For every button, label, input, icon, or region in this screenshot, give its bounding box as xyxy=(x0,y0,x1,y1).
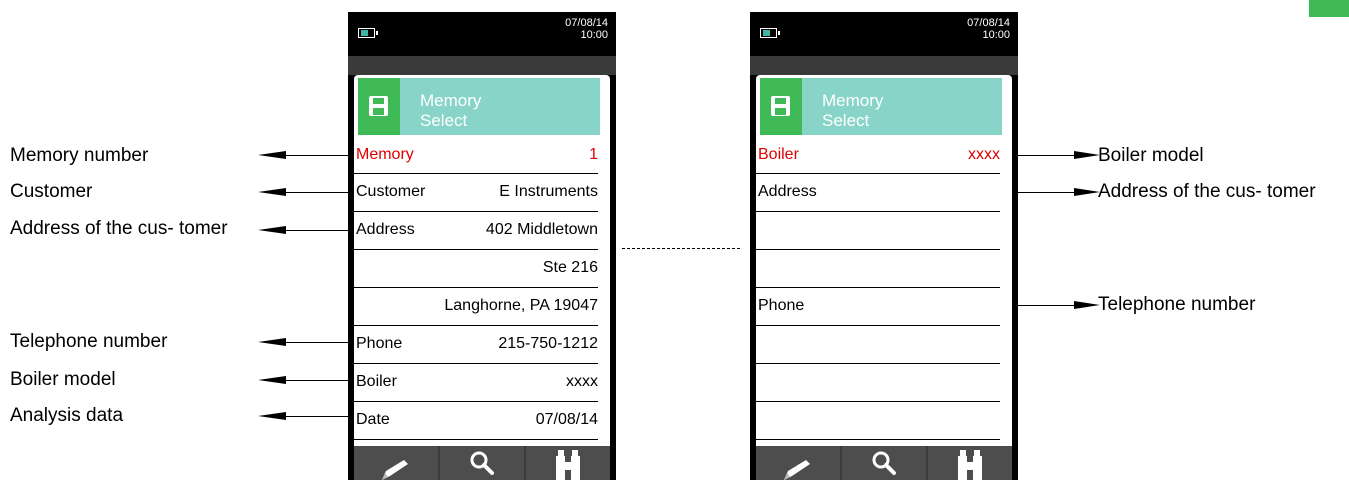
list-item[interactable]: Date 07/08/14 xyxy=(354,402,598,440)
page-title: Memory Select xyxy=(822,91,884,130)
list-item[interactable]: Ste 216 xyxy=(354,250,598,288)
search-icon xyxy=(470,451,494,475)
battery-icon xyxy=(358,28,378,38)
screen: Memory Select Memory 1 Customer E Instrume… xyxy=(354,75,610,460)
list-item[interactable]: Langhorne, PA 19047 xyxy=(354,288,598,326)
list-item[interactable]: Address 402 Middletown xyxy=(354,212,598,250)
battery-icon xyxy=(760,28,780,38)
bottom-toolbar xyxy=(354,446,610,480)
callout-telephone: Telephone number xyxy=(10,331,168,352)
callout-right-telephone: Telephone number xyxy=(1098,294,1256,315)
list-item[interactable]: Phone xyxy=(756,288,1000,326)
list-item[interactable]: Customer E Instruments xyxy=(354,174,598,212)
list-item[interactable]: Boiler xxxx xyxy=(756,137,1000,174)
edit-button[interactable] xyxy=(354,446,438,480)
screen: Memory Select Boiler xxxx Address Phone xyxy=(756,75,1012,460)
corner-tab xyxy=(1309,0,1349,17)
bottom-toolbar xyxy=(756,446,1012,480)
binoculars-button[interactable] xyxy=(526,446,610,480)
list-item[interactable]: Phone 215-750-1212 xyxy=(354,326,598,364)
list-item[interactable]: Boiler xxxx xyxy=(354,364,598,402)
callout-boiler: Boiler model xyxy=(10,369,116,390)
binoculars-icon xyxy=(556,450,580,480)
arrow-right-address xyxy=(1074,188,1100,196)
callout-right-address: Address of the cus- tomer xyxy=(1098,181,1316,202)
search-button[interactable] xyxy=(842,446,926,480)
pencil-icon xyxy=(784,460,810,480)
menu-header: Memory Select xyxy=(802,78,1002,135)
arrow-left-customer xyxy=(258,188,286,196)
arrow-right-boiler xyxy=(1074,151,1100,159)
list-item[interactable] xyxy=(756,402,1000,440)
callout-address: Address of the cus- tomer xyxy=(10,218,228,239)
callout-customer: Customer xyxy=(10,181,93,202)
callout-memory-number: Memory number xyxy=(10,145,149,166)
list-item[interactable] xyxy=(756,250,1000,288)
arrow-left-analysis xyxy=(258,412,286,420)
arrow-right-telephone xyxy=(1074,301,1100,309)
status-bar: 07/08/14 10:00 xyxy=(348,12,616,56)
status-datetime: 07/08/14 10:00 xyxy=(967,17,1010,41)
callout-right-boiler: Boiler model xyxy=(1098,145,1204,166)
list-item[interactable]: Address xyxy=(756,174,1000,212)
list-item[interactable] xyxy=(756,326,1000,364)
search-icon xyxy=(872,451,896,475)
search-button[interactable] xyxy=(440,446,524,480)
callout-analysis: Analysis data xyxy=(10,405,124,426)
binoculars-button[interactable] xyxy=(928,446,1012,480)
status-datetime: 07/08/14 10:00 xyxy=(565,17,608,41)
list-item[interactable]: Memory 1 xyxy=(354,137,598,174)
status-bar: 07/08/14 10:00 xyxy=(750,12,1018,56)
list-item[interactable] xyxy=(756,212,1000,250)
memory-list: Boiler xxxx Address Phone xyxy=(756,137,1006,440)
save-icon[interactable] xyxy=(760,78,802,135)
edit-button[interactable] xyxy=(756,446,840,480)
device-right: 07/08/14 10:00 Memory Select Boiler xxxx … xyxy=(750,12,1018,480)
menu-header: Memory Select xyxy=(400,78,600,135)
arrow-left-address xyxy=(258,226,286,234)
save-icon[interactable] xyxy=(358,78,400,135)
arrow-left-boiler xyxy=(258,376,286,384)
dashed-connector xyxy=(622,248,740,249)
device-left: 07/08/14 10:00 Memory Select Memory 1 Cus… xyxy=(348,12,616,480)
binoculars-icon xyxy=(958,450,982,480)
page-title: Memory Select xyxy=(420,91,482,130)
arrow-left-memory xyxy=(258,151,286,159)
pencil-icon xyxy=(382,460,408,480)
memory-list: Memory 1 Customer E Instruments Address 402… xyxy=(354,137,604,440)
list-item[interactable] xyxy=(756,364,1000,402)
arrow-left-telephone xyxy=(258,338,286,346)
